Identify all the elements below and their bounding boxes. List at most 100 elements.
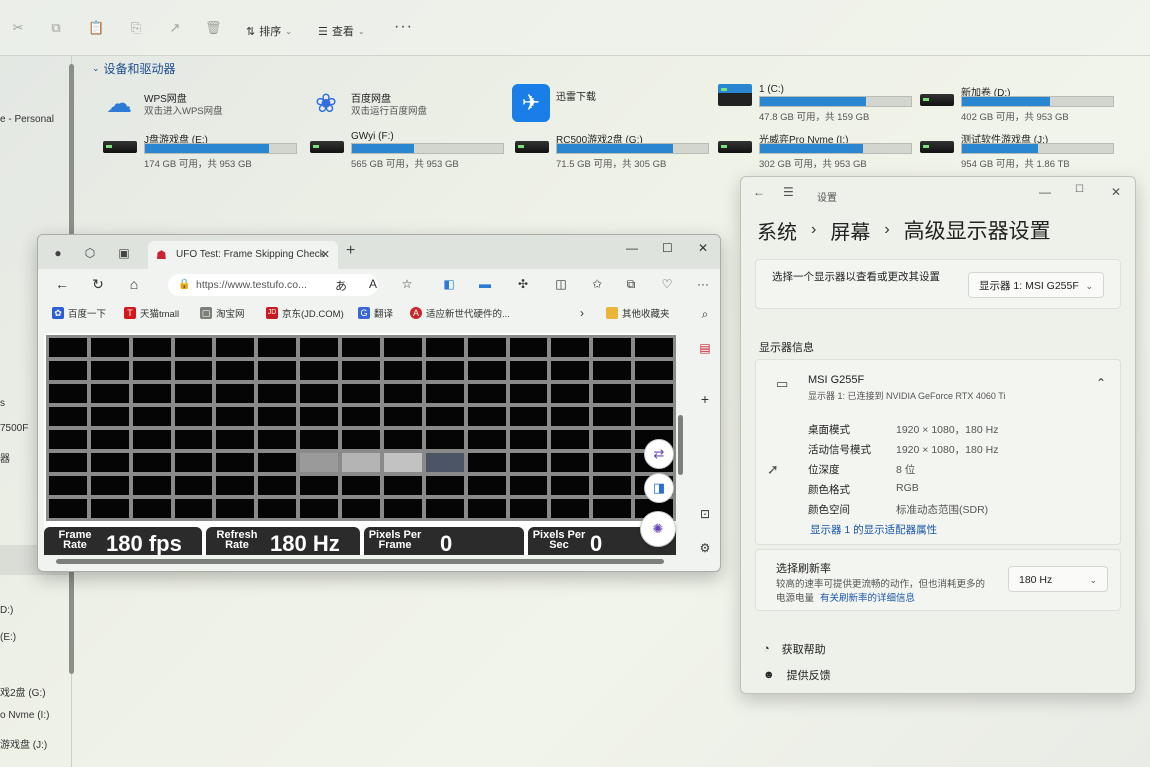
close-window-button[interactable]: ✕: [698, 241, 708, 255]
drive-icon: [718, 141, 752, 153]
nav-item[interactable]: 器: [0, 450, 10, 465]
grid-cell: [258, 499, 297, 518]
devices-section-header[interactable]: ⌄ 设备和驱动器: [92, 60, 176, 77]
workspaces-icon[interactable]: ⬡: [82, 245, 98, 261]
drive-icon: [310, 141, 344, 153]
add-sidebar-icon[interactable]: +: [696, 391, 714, 409]
favorites-icon[interactable]: ✩: [588, 277, 606, 293]
favorite-star-icon[interactable]: ☆: [398, 277, 416, 293]
drive-g[interactable]: RC500游戏2盘 (G:) 71.5 GB 可用，共 305 GB: [515, 131, 715, 170]
refresh-icon[interactable]: ↻: [88, 276, 108, 293]
chevron-down-icon: ⌄: [1085, 281, 1093, 291]
drive-c[interactable]: 1 (C:) 47.8 GB 可用，共 159 GB: [718, 84, 918, 123]
performance-icon[interactable]: ♡: [658, 277, 676, 293]
menu-icon[interactable]: ☰: [783, 185, 794, 199]
reader-float-icon[interactable]: ◨: [644, 473, 674, 503]
grid-cell: [383, 338, 422, 357]
back-icon[interactable]: ←: [753, 185, 765, 199]
refresh-rate-info-link[interactable]: 有关刷新率的详细信息: [820, 590, 915, 604]
view-icon: ☰: [318, 25, 328, 38]
read-aloud-icon[interactable]: A: [364, 277, 382, 293]
toolbox-icon[interactable]: ▤: [696, 341, 714, 359]
fav-other-folder[interactable]: 其他收藏夹: [606, 306, 670, 320]
breadcrumb-display[interactable]: 屏幕: [830, 216, 870, 245]
fav-translate[interactable]: G 翻译: [358, 306, 393, 320]
refresh-rate-select[interactable]: 180 Hz ⌄: [1008, 566, 1108, 592]
display-select[interactable]: 显示器 1: MSI G255F ⌄: [968, 272, 1104, 298]
more-icon[interactable]: ···: [694, 277, 712, 293]
fav-taobao[interactable]: ▢ 淘宝网: [200, 306, 245, 320]
usage-bar: [759, 96, 912, 107]
nav-item[interactable]: s: [0, 398, 5, 409]
cut-icon[interactable]: ✂: [10, 20, 26, 36]
maximize-button[interactable]: ☐: [662, 241, 673, 255]
more-options-button[interactable]: ···: [394, 18, 413, 36]
maximize-button[interactable]: ☐: [1075, 184, 1084, 195]
rename-icon[interactable]: ⎘: [128, 20, 144, 36]
extension-icon[interactable]: ▬: [476, 277, 494, 293]
get-help-link[interactable]: ◔ 获取帮助: [763, 641, 826, 657]
grid-cell: [300, 430, 339, 449]
search-icon[interactable]: ⌕: [696, 307, 714, 325]
drive-f[interactable]: GWyi (F:) 565 GB 可用，共 953 GB: [310, 131, 510, 170]
grid-cell: [174, 361, 213, 380]
nav-item[interactable]: D:): [0, 605, 13, 616]
tab-actions-icon[interactable]: ▣: [116, 245, 132, 261]
grid-cell: [593, 430, 632, 449]
fav-jd[interactable]: JD 京东(JD.COM): [266, 306, 344, 320]
sort-icon: ⇅: [246, 25, 256, 38]
grid-cell: [425, 476, 464, 495]
collections-icon[interactable]: ⧉: [622, 277, 640, 293]
copilot-icon[interactable]: ✺: [640, 511, 676, 547]
split-screen-icon[interactable]: ◫: [552, 277, 570, 293]
nav-item[interactable]: 戏2盘 (G:): [0, 684, 46, 699]
nav-item[interactable]: e - Personal: [0, 114, 54, 125]
settings-gear-icon[interactable]: ⚙: [696, 541, 714, 559]
close-window-button[interactable]: ✕: [1111, 185, 1121, 199]
close-tab-icon[interactable]: ✕: [321, 241, 330, 269]
fav-amd[interactable]: A 适应新世代硬件的...: [410, 306, 510, 320]
drive-e[interactable]: J盘游戏盘 (E:) 174 GB 可用，共 953 GB: [103, 131, 303, 170]
app-wps[interactable]: ☁ WPS网盘 双击进入WPS网盘: [100, 86, 300, 122]
app-baidu[interactable]: ❀ 百度网盘 双击运行百度网盘: [307, 86, 507, 122]
translate-icon[interactable]: あ: [332, 277, 350, 293]
minimize-button[interactable]: —: [626, 241, 638, 255]
breadcrumb-system[interactable]: 系统: [757, 216, 797, 245]
back-icon[interactable]: ←: [52, 276, 72, 292]
sort-button[interactable]: ⇅ 排序 ⌄: [246, 23, 292, 39]
home-icon[interactable]: ⌂: [124, 276, 144, 292]
share-icon[interactable]: ↗: [167, 20, 183, 36]
chevron-up-icon[interactable]: ⌃: [1096, 376, 1106, 390]
feedback-link[interactable]: ☻ 提供反馈: [763, 667, 831, 683]
new-tab-button[interactable]: +: [346, 242, 355, 260]
tab-ufo-test[interactable]: ☗ UFO Test: Frame Skipping Check ✕: [148, 241, 338, 269]
screenshot-icon[interactable]: ⊡: [696, 507, 714, 525]
extension-icon[interactable]: ◧: [440, 277, 458, 293]
drive-i[interactable]: 光威弈Pro Nvme (I:) 302 GB 可用，共 953 GB: [718, 131, 918, 170]
adapter-properties-link[interactable]: 显示器 1 的显示适配器属性: [810, 522, 937, 537]
usage-bar: [961, 96, 1114, 107]
view-button[interactable]: ☰ 查看 ⌄: [318, 23, 365, 39]
drive-j[interactable]: 测试软件游戏盘 (J:) 954 GB 可用，共 1.86 TB: [920, 131, 1120, 170]
copy-icon[interactable]: ⧉: [48, 20, 64, 36]
delete-icon[interactable]: 🗑: [205, 20, 222, 36]
minimize-button[interactable]: —: [1039, 185, 1051, 199]
info-active-signal: 活动信号模式 1920 × 1080，180 Hz: [808, 444, 999, 456]
app-xunlei[interactable]: ✈ 迅雷下载: [512, 84, 712, 122]
profile-icon[interactable]: ●: [50, 245, 66, 261]
fav-baidu[interactable]: ✿ 百度一下: [52, 306, 106, 320]
nav-item[interactable]: o Nvme (I:): [0, 710, 49, 721]
translate-float-icon[interactable]: ⇄: [644, 439, 674, 469]
drive-d[interactable]: 新加卷 (D:) 402 GB 可用，共 953 GB: [920, 84, 1120, 123]
paste-icon[interactable]: 📋: [88, 20, 104, 36]
nav-item[interactable]: 游戏盘 (J:): [0, 736, 47, 751]
fav-tmall[interactable]: T 天猫tmall: [124, 306, 179, 320]
page-vertical-scrollbar[interactable]: [678, 415, 683, 475]
page-horizontal-scrollbar[interactable]: [56, 559, 664, 564]
nav-item[interactable]: 7500F: [0, 423, 28, 434]
window-title: 设置: [817, 193, 837, 204]
extensions-icon[interactable]: ✣: [514, 277, 532, 293]
grid-cell: [174, 384, 213, 403]
nav-item[interactable]: (E:): [0, 632, 16, 643]
favorites-overflow-chevron-icon[interactable]: ›: [580, 306, 584, 320]
